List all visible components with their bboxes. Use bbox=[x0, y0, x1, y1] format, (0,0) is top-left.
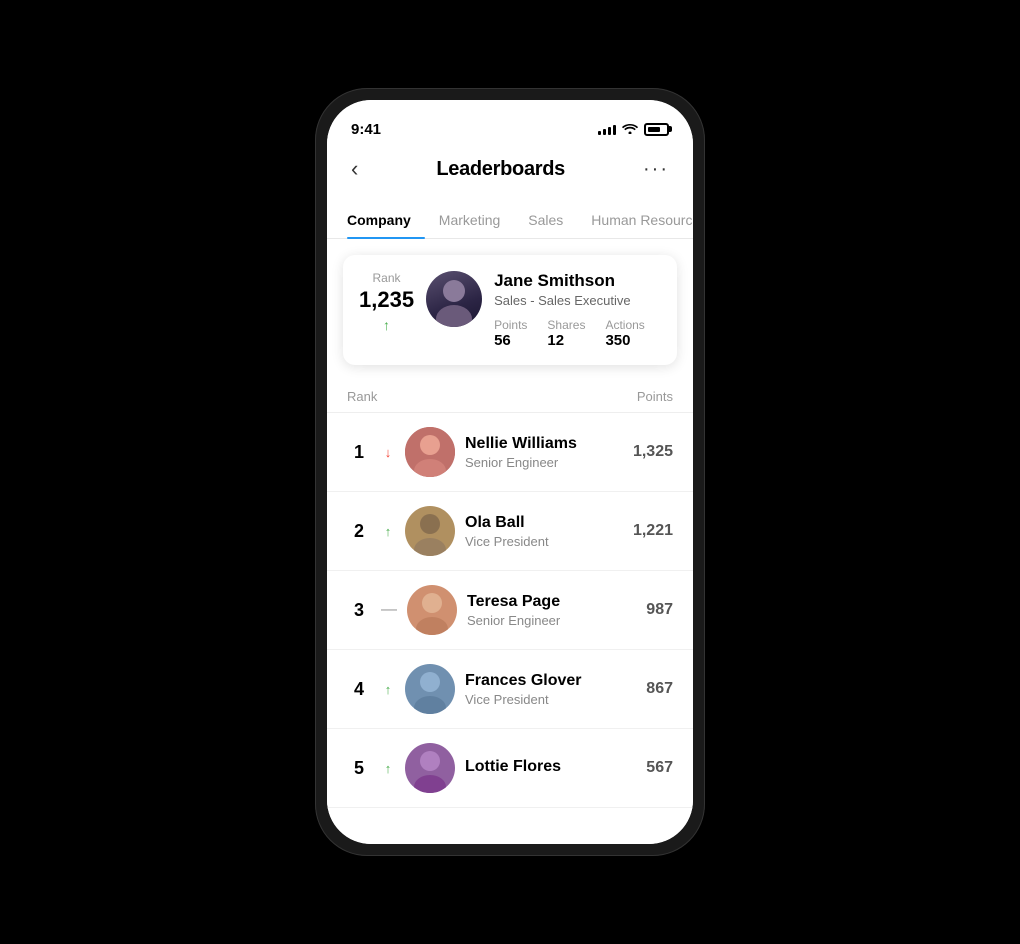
more-button[interactable]: ··· bbox=[639, 154, 673, 185]
my-rank-card: Rank 1,235 ↑ Jane Smithson Sales - Sales… bbox=[343, 255, 677, 365]
item-points: 867 bbox=[646, 680, 673, 698]
item-info: Frances Glover Vice President bbox=[465, 672, 636, 707]
rank-column-header: Rank bbox=[347, 389, 377, 404]
app-content: ‹ Leaderboards ··· Company Marketing Sal… bbox=[327, 144, 693, 844]
item-rank: 5 bbox=[347, 758, 371, 779]
item-trend-icon: — bbox=[381, 601, 397, 619]
item-name: Lottie Flores bbox=[465, 758, 636, 776]
tab-human-resources[interactable]: Human Resources bbox=[577, 202, 693, 238]
tab-company[interactable]: Company bbox=[347, 202, 425, 238]
card-name: Jane Smithson bbox=[494, 271, 661, 291]
avatar bbox=[405, 664, 455, 714]
rank-section: Rank 1,235 ↑ bbox=[359, 271, 414, 333]
wifi-icon bbox=[622, 121, 638, 137]
avatar bbox=[405, 427, 455, 477]
leaderboard-list: 1 ↓ Nellie Williams Senior Engineer 1,32… bbox=[327, 413, 693, 808]
points-column-header: Points bbox=[637, 389, 673, 404]
item-info: Lottie Flores bbox=[465, 758, 636, 778]
item-points: 1,325 bbox=[633, 443, 673, 461]
status-time: 9:41 bbox=[351, 121, 381, 138]
item-points: 567 bbox=[646, 759, 673, 777]
item-points: 1,221 bbox=[633, 522, 673, 540]
item-name: Ola Ball bbox=[465, 514, 623, 532]
item-rank: 2 bbox=[347, 521, 371, 542]
item-name: Nellie Williams bbox=[465, 435, 623, 453]
item-rank: 4 bbox=[347, 679, 371, 700]
tab-marketing[interactable]: Marketing bbox=[425, 202, 514, 238]
avatar bbox=[405, 506, 455, 556]
tab-sales[interactable]: Sales bbox=[514, 202, 577, 238]
item-name: Frances Glover bbox=[465, 672, 636, 690]
card-info: Jane Smithson Sales - Sales Executive Po… bbox=[494, 271, 661, 349]
stat-actions: Actions 350 bbox=[605, 318, 644, 349]
item-name: Teresa Page bbox=[467, 593, 636, 611]
item-rank: 1 bbox=[347, 442, 371, 463]
tab-bar: Company Marketing Sales Human Resources bbox=[327, 202, 693, 239]
list-item[interactable]: 4 ↑ Frances Glover Vice President 867 bbox=[327, 650, 693, 729]
item-role: Vice President bbox=[465, 692, 636, 707]
item-points: 987 bbox=[646, 601, 673, 619]
rank-label: Rank bbox=[373, 271, 401, 285]
card-role: Sales - Sales Executive bbox=[494, 293, 661, 308]
item-trend-icon: ↓ bbox=[381, 445, 395, 460]
list-item[interactable]: 2 ↑ Ola Ball Vice President 1,221 bbox=[327, 492, 693, 571]
avatar bbox=[405, 743, 455, 793]
list-item[interactable]: 1 ↓ Nellie Williams Senior Engineer 1,32… bbox=[327, 413, 693, 492]
rank-trend-icon: ↑ bbox=[383, 317, 390, 333]
item-role: Vice President bbox=[465, 534, 623, 549]
item-trend-icon: ↑ bbox=[381, 761, 395, 776]
list-header: Rank Points bbox=[327, 381, 693, 413]
rank-number: 1,235 bbox=[359, 287, 414, 313]
list-item[interactable]: 5 ↑ Lottie Flores 567 bbox=[327, 729, 693, 808]
status-bar: 9:41 bbox=[327, 100, 693, 144]
item-info: Ola Ball Vice President bbox=[465, 514, 623, 549]
status-icons bbox=[598, 121, 669, 137]
card-stats: Points 56 Shares 12 Actions 350 bbox=[494, 318, 661, 349]
battery-icon bbox=[644, 123, 669, 136]
item-info: Nellie Williams Senior Engineer bbox=[465, 435, 623, 470]
phone-screen: 9:41 bbox=[327, 100, 693, 844]
item-role: Senior Engineer bbox=[467, 613, 636, 628]
avatar bbox=[407, 585, 457, 635]
stat-shares: Shares 12 bbox=[547, 318, 585, 349]
stat-points: Points 56 bbox=[494, 318, 527, 349]
page-title: Leaderboards bbox=[436, 158, 565, 181]
item-trend-icon: ↑ bbox=[381, 524, 395, 539]
list-item[interactable]: 3 — Teresa Page Senior Engineer 987 bbox=[327, 571, 693, 650]
item-role: Senior Engineer bbox=[465, 455, 623, 470]
phone-frame: 9:41 bbox=[315, 88, 705, 856]
item-trend-icon: ↑ bbox=[381, 682, 395, 697]
signal-icon bbox=[598, 123, 616, 135]
item-rank: 3 bbox=[347, 600, 371, 621]
page-header: ‹ Leaderboards ··· bbox=[327, 144, 693, 202]
my-avatar bbox=[426, 271, 482, 327]
back-button[interactable]: ‹ bbox=[347, 152, 362, 186]
item-info: Teresa Page Senior Engineer bbox=[467, 593, 636, 628]
